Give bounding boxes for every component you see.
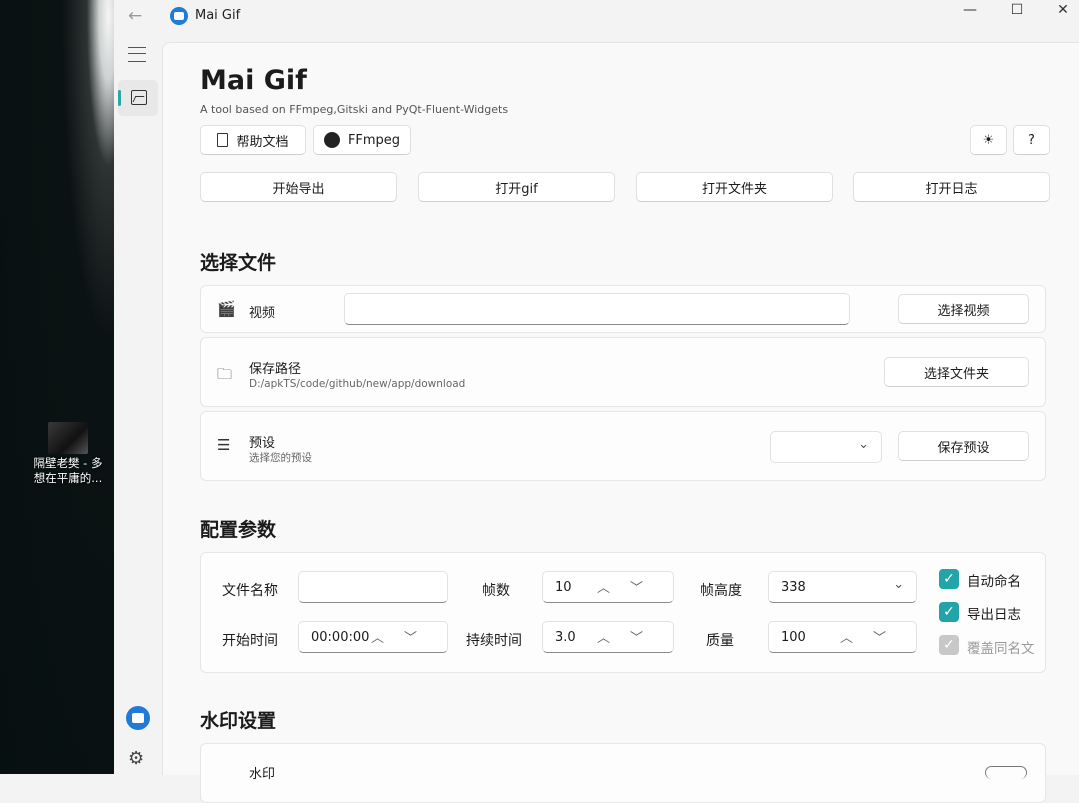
- save-preset-button[interactable]: 保存预设: [898, 431, 1029, 461]
- page-title: Mai Gif: [200, 65, 307, 96]
- duration-spinbox[interactable]: 3.0 ︿﹀: [542, 621, 674, 653]
- maximize-button[interactable]: ☐: [1002, 0, 1032, 24]
- list-lines-icon: ☰: [217, 436, 231, 454]
- fps-value: 10: [555, 579, 572, 595]
- config-card: 文件名称 帧数 10 ︿﹀ 帧高度 338 ⌄ 开始时间 00:00:00 ︿﹀…: [200, 552, 1046, 673]
- desktop-shortcut-label: 隔壁老樊 - 多 想在平庸的...: [33, 456, 103, 485]
- main-content: Mai Gif A tool based on FFmpeg,Gitski an…: [162, 42, 1079, 803]
- fps-spinbox[interactable]: 10 ︿﹀: [542, 571, 674, 603]
- clapperboard-icon: 🎬: [217, 300, 236, 318]
- start-time-spinbox[interactable]: 00:00:00 ︿﹀: [298, 621, 448, 653]
- app-avatar-icon[interactable]: [126, 706, 150, 730]
- watermark-label: 水印: [249, 767, 276, 782]
- chevron-down-icon: ⌄: [893, 577, 904, 592]
- frame-height-value: 338: [781, 579, 806, 595]
- preset-sub: 选择您的预设: [249, 452, 312, 464]
- save-path-value: D:/apkTS/code/github/new/app/download: [249, 378, 466, 390]
- settings-gear-icon[interactable]: ⚙: [128, 748, 144, 769]
- minimize-button[interactable]: —: [955, 0, 985, 24]
- menu-hamburger-icon[interactable]: [128, 47, 146, 62]
- select-files-heading: 选择文件: [200, 252, 277, 274]
- desktop-shortcut-thumbnail: [48, 422, 88, 454]
- nav-active-indicator: [118, 90, 121, 106]
- open-folder-button[interactable]: 打开文件夹: [636, 172, 833, 202]
- start-time-label: 开始时间: [222, 633, 278, 649]
- video-card: 🎬 视频 选择视频: [200, 285, 1046, 333]
- start-export-button[interactable]: 开始导出: [200, 172, 397, 202]
- ffmpeg-button[interactable]: FFmpeg: [313, 125, 411, 155]
- nav-item-home[interactable]: [118, 80, 158, 116]
- spin-arrows-icon[interactable]: ︿﹀: [597, 577, 663, 596]
- save-path-label: 保存路径: [249, 362, 302, 377]
- spin-arrows-icon[interactable]: ︿﹀: [371, 627, 437, 646]
- preset-dropdown[interactable]: ⌄: [770, 431, 882, 463]
- spin-arrows-icon[interactable]: ︿﹀: [840, 627, 906, 646]
- open-log-button[interactable]: 打开日志: [853, 172, 1050, 202]
- save-path-card: 🗀 保存路径 D:/apkTS/code/github/new/app/down…: [200, 337, 1046, 407]
- quality-value: 100: [781, 629, 806, 645]
- open-gif-button[interactable]: 打开gif: [418, 172, 615, 202]
- document-icon: [217, 133, 229, 147]
- video-path-input[interactable]: [344, 293, 850, 325]
- help-docs-label: 帮助文档: [236, 134, 289, 150]
- start-time-value: 00:00:00: [311, 629, 370, 645]
- frame-height-dropdown[interactable]: 338 ⌄: [768, 571, 917, 603]
- auto-name-checkbox[interactable]: ✓: [939, 569, 959, 589]
- sun-icon: ☀: [982, 132, 995, 148]
- watermark-toggle[interactable]: [985, 766, 1027, 779]
- overwrite-label: 覆盖同名文: [967, 641, 1035, 657]
- app-logo-icon: [170, 7, 188, 25]
- window-title: Mai Gif: [195, 8, 241, 23]
- quality-spinbox[interactable]: 100 ︿﹀: [768, 621, 917, 653]
- spin-arrows-icon[interactable]: ︿﹀: [597, 627, 663, 646]
- desktop-shortcut[interactable]: 隔壁老樊 - 多 想在平庸的...: [26, 422, 110, 486]
- image-icon: [131, 90, 147, 105]
- watermark-heading: 水印设置: [200, 710, 277, 732]
- file-name-label: 文件名称: [222, 583, 278, 599]
- preset-card: ☰ 预设 选择您的预设 ⌄ 保存预设: [200, 411, 1046, 481]
- help-docs-button[interactable]: 帮助文档: [200, 125, 306, 155]
- app-window: ← Mai Gif — ☐ ✕ ⚙ Mai Gif A tool based o…: [114, 0, 1079, 803]
- quality-label: 质量: [706, 633, 734, 649]
- theme-toggle-button[interactable]: ☀: [970, 125, 1007, 155]
- back-arrow-icon[interactable]: ←: [128, 6, 142, 26]
- folder-icon: 🗀: [217, 365, 233, 383]
- question-icon: ?: [1028, 132, 1035, 148]
- duration-label: 持续时间: [466, 633, 522, 649]
- auto-name-label: 自动命名: [967, 574, 1021, 590]
- overwrite-checkbox: ✓: [939, 635, 959, 655]
- title-bar: ← Mai Gif — ☐ ✕: [114, 0, 1079, 32]
- page-subtitle: A tool based on FFmpeg,Gitski and PyQt-F…: [200, 103, 509, 116]
- file-name-input[interactable]: [298, 571, 448, 603]
- chevron-down-icon: ⌄: [858, 437, 869, 452]
- video-label: 视频: [249, 306, 276, 321]
- select-folder-button[interactable]: 选择文件夹: [884, 357, 1029, 387]
- duration-value: 3.0: [555, 629, 576, 645]
- preset-label: 预设: [249, 436, 276, 451]
- export-log-checkbox[interactable]: ✓: [939, 602, 959, 622]
- about-button[interactable]: ?: [1013, 125, 1050, 155]
- export-log-label: 导出日志: [967, 607, 1021, 623]
- fps-label: 帧数: [482, 583, 510, 599]
- navigation-rail: ⚙: [114, 32, 162, 774]
- desktop-background: 隔壁老樊 - 多 想在平庸的...: [0, 0, 114, 774]
- close-button[interactable]: ✕: [1048, 0, 1078, 24]
- frame-height-label: 帧高度: [700, 583, 742, 599]
- github-icon: [323, 132, 340, 148]
- watermark-card: 水印: [200, 743, 1046, 803]
- ffmpeg-label: FFmpeg: [347, 132, 401, 148]
- config-heading: 配置参数: [200, 519, 277, 541]
- select-video-button[interactable]: 选择视频: [898, 294, 1029, 324]
